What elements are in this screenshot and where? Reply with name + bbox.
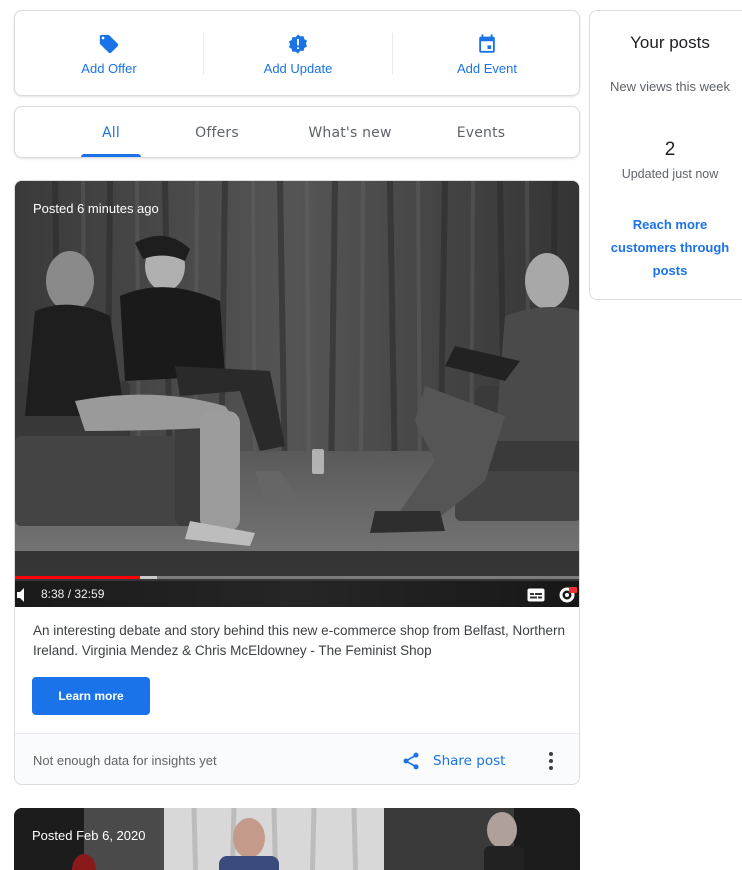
video-time: 8:38 / 32:59: [41, 587, 105, 601]
add-offer-button[interactable]: Add Offer: [15, 11, 203, 97]
tab-whats-new[interactable]: What's new: [295, 107, 405, 159]
video-progress-fill: [15, 576, 140, 579]
calendar-icon: [479, 33, 495, 53]
post-footer: Not enough data for insights yet Share p…: [15, 733, 579, 784]
share-post-label: Share post: [433, 753, 506, 769]
create-post-card: Add Offer Add Update Add Event: [14, 10, 580, 96]
tag-icon: [99, 34, 119, 53]
add-event-button[interactable]: Add Event: [393, 11, 581, 97]
more-options-icon[interactable]: [541, 746, 561, 776]
share-icon: [403, 752, 419, 770]
learn-more-button[interactable]: Learn more: [32, 677, 150, 715]
post-timestamp-2: Posted Feb 6, 2020: [32, 828, 146, 843]
add-update-label: Add Update: [263, 60, 333, 76]
video-progress-bar[interactable]: [15, 576, 579, 579]
add-update-button[interactable]: Add Update: [204, 11, 392, 97]
tab-all[interactable]: All: [77, 107, 145, 159]
video-player[interactable]: Posted 6 minutes ago 8:38 / 32:59: [15, 181, 579, 607]
post-card: Posted 6 minutes ago 8:38 / 32:59 An int…: [14, 180, 580, 785]
your-posts-panel: Your posts New views this week 2 Updated…: [589, 10, 742, 300]
post-filter-tabs: All Offers What's new Events: [14, 106, 580, 158]
reach-more-link[interactable]: Reach more customers through posts: [610, 213, 730, 282]
post-card-2: Posted Feb 6, 2020: [14, 808, 580, 870]
active-tab-indicator: [81, 154, 141, 157]
tab-events[interactable]: Events: [443, 107, 519, 159]
updated-text: Updated just now: [621, 167, 719, 181]
your-posts-title: Your posts: [630, 33, 710, 52]
tab-offers[interactable]: Offers: [183, 107, 251, 159]
share-post-button[interactable]: Share post: [401, 747, 505, 775]
subtitles-icon[interactable]: [527, 588, 545, 602]
video-thumbnail: [15, 181, 579, 607]
post-description: An interesting debate and story behind t…: [33, 623, 566, 658]
post-timestamp: Posted 6 minutes ago: [33, 201, 159, 216]
insights-text: Not enough data for insights yet: [33, 753, 217, 768]
update-badge-icon: [288, 33, 308, 54]
add-offer-label: Add Offer: [81, 60, 137, 76]
views-subtitle: New views this week: [610, 79, 730, 94]
add-event-label: Add Event: [457, 60, 517, 76]
settings-icon[interactable]: [557, 585, 577, 605]
volume-icon[interactable]: [17, 588, 27, 602]
views-count: 2: [664, 139, 676, 160]
